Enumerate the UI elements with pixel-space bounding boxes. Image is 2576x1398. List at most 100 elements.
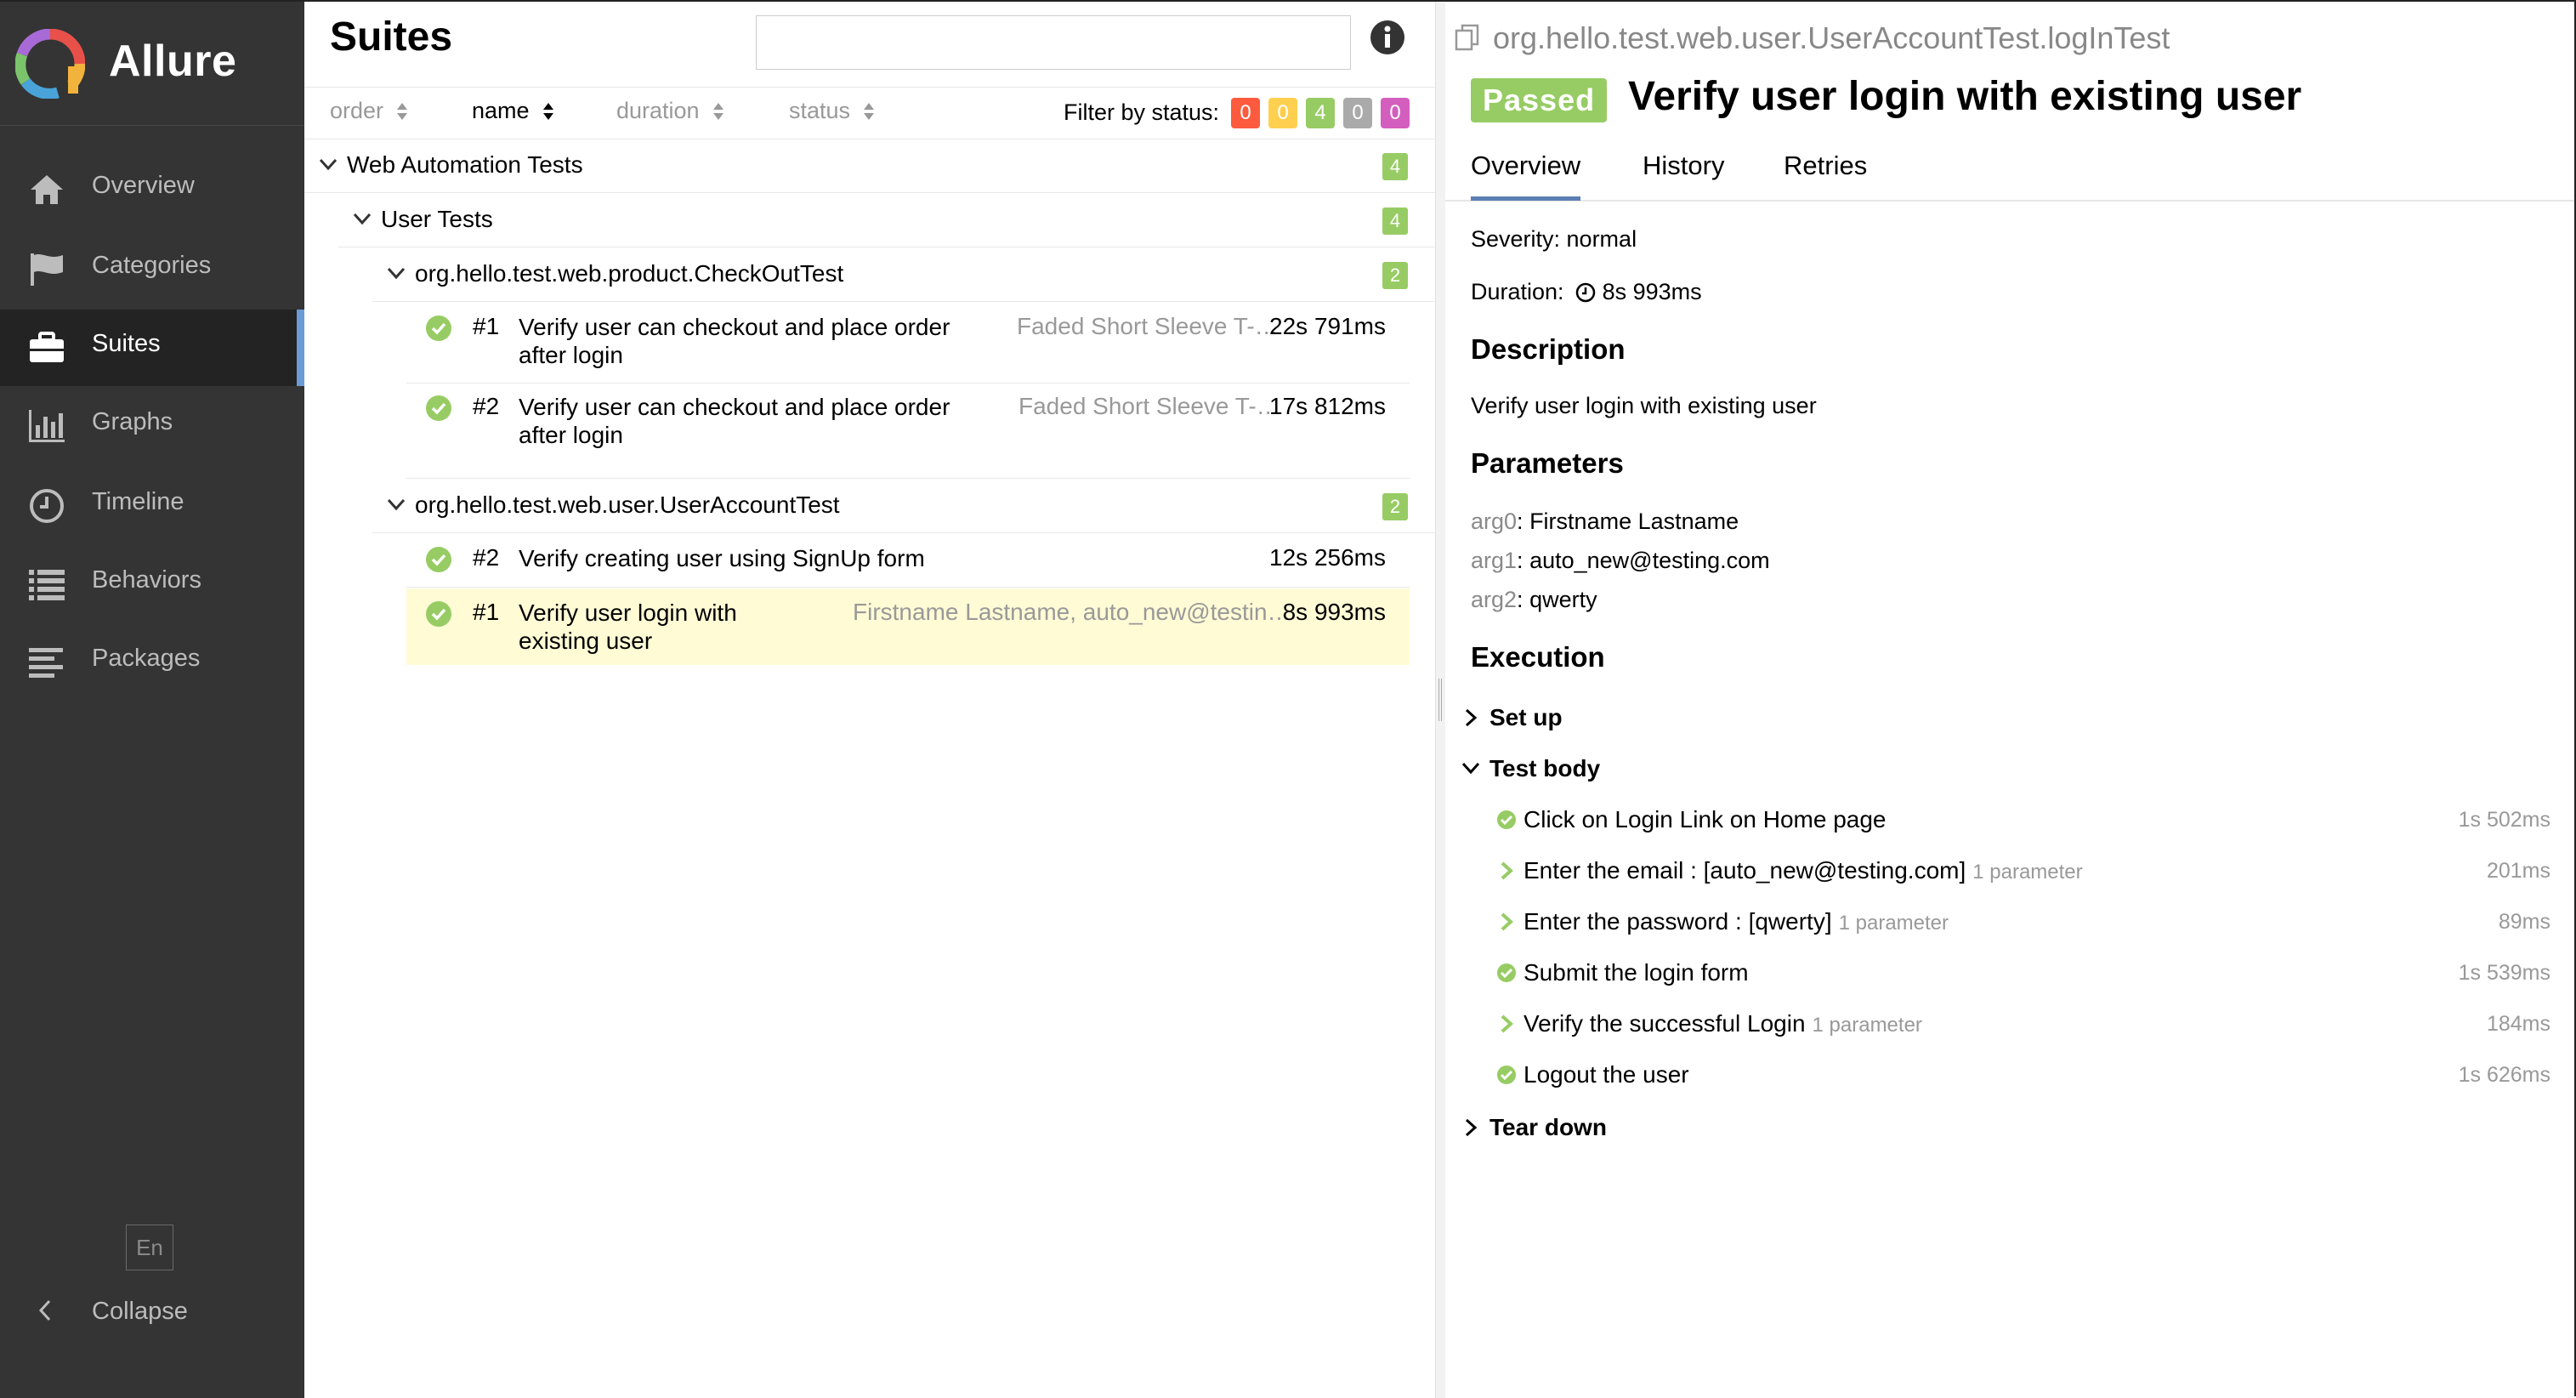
description-heading: Description [1471,333,1626,365]
tab-overview[interactable]: Overview [1471,151,1581,201]
search-input[interactable] [756,15,1351,70]
sort-by-status[interactable]: status [789,98,876,124]
test-body-section[interactable]: Test body [1461,747,2550,789]
list-icon [29,570,65,600]
sidebar-item-label: Suites [92,330,161,357]
briefcase-icon [30,332,64,362]
step-duration: 1s 626ms [2458,1063,2550,1087]
chevron-down-icon [1461,762,1480,775]
step-duration: 1s 539ms [2458,961,2550,985]
duration-label: Duration: [1471,279,1564,304]
step-row[interactable]: Verify the successful Login 1 parameter 1… [1496,1002,2550,1044]
step-name: Enter the password : [qwerty] 1 parameter [1523,908,1949,935]
language-select[interactable]: En [126,1225,173,1270]
step-name: Submit the login form [1523,959,1749,986]
tree-group-user-account-test[interactable]: org.hello.test.web.user.UserAccountTest … [372,480,1435,533]
filter-passed-badge[interactable]: 4 [1306,98,1335,128]
sort-icon [542,103,553,120]
sidebar: Allure Overview Categories Suites Graphs… [0,2,304,1398]
sort-icon [397,103,408,120]
test-duration: 12s 256ms [1269,544,1386,571]
step-name-text: Enter the email : [auto_new@testing.com] [1523,857,1966,884]
step-row[interactable]: Click on Login Link on Home page 1s 502m… [1496,798,2550,840]
sidebar-item-behaviors[interactable]: Behaviors [0,546,304,622]
parameter-row: arg1: auto_new@testing.com [1471,548,1770,573]
info-icon[interactable] [1369,19,1406,56]
parameter-name: arg1 [1471,548,1518,573]
sort-by-order[interactable]: order [330,98,409,124]
test-row-selected[interactable]: #1 Verify user login with existing user … [406,588,1410,665]
test-full-path[interactable]: org.hello.test.web.user.UserAccountTest.… [1454,20,2170,56]
step-row[interactable]: Submit the login form 1s 539ms [1496,951,2550,993]
passed-check-icon [426,395,451,421]
test-title: Verify user login with existing user [1628,74,2302,119]
step-name: Logout the user [1523,1061,1689,1088]
sidebar-item-graphs[interactable]: Graphs [0,388,304,464]
parameter-value: Firstname Lastname [1529,509,1739,534]
test-row[interactable]: #2 Verify user can checkout and place or… [406,383,1410,479]
sort-label: duration [616,98,700,123]
home-icon [31,175,63,204]
sidebar-item-suites[interactable]: Suites [0,310,304,386]
step-name: Verify the successful Login 1 parameter [1523,1010,1922,1037]
step-param-count: 1 parameter [1812,1014,1922,1037]
tree-group-user-tests[interactable]: User Tests 4 [338,194,1435,247]
step-name-text: Submit the login form [1523,959,1749,986]
detail-tabs: Overview History Retries [1445,142,2574,202]
filter-unknown-badge[interactable]: 0 [1381,98,1410,128]
page-title: Suites [330,14,453,60]
brand[interactable]: Allure [0,2,304,126]
tree-group-web-automation-tests[interactable]: Web Automation Tests 4 [304,139,1435,193]
collapse-label: Collapse [92,1298,188,1325]
tab-retries[interactable]: Retries [1784,151,1867,181]
sort-by-duration[interactable]: duration [616,98,725,124]
parameter-name: arg2 [1471,587,1518,612]
grip-icon [1438,679,1442,721]
count-badge: 2 [1382,262,1408,289]
parameter-name: arg0 [1471,509,1518,534]
bar-chart-icon [29,410,65,442]
step-row[interactable]: Enter the email : [auto_new@testing.com]… [1496,849,2550,891]
step-name: Enter the email : [auto_new@testing.com]… [1523,857,2083,884]
chevron-down-icon [387,498,406,511]
filter-failed-badge[interactable]: 0 [1231,98,1260,128]
test-duration: 17s 812ms [1269,393,1386,419]
execution-heading: Execution [1471,641,1605,673]
sidebar-item-label: Behaviors [92,566,201,594]
status-badge: Passed [1471,78,1608,122]
step-name-text: Enter the password : [qwerty] [1523,908,1832,935]
allure-report-app: Allure Overview Categories Suites Graphs… [0,0,2576,1398]
sort-by-name[interactable]: name [472,98,555,124]
step-duration: 89ms [2498,910,2550,934]
tree-group-checkout-test[interactable]: org.hello.test.web.product.CheckOutTest … [372,248,1435,302]
test-params: Faded Short Sleeve T-… [1018,393,1280,419]
sidebar-item-timeline[interactable]: Timeline [0,468,304,544]
collapse-button[interactable]: Collapse [0,1286,304,1337]
clock-icon [30,489,64,523]
align-left-icon [29,648,63,678]
copy-icon[interactable] [1454,23,1483,52]
filter-skipped-badge[interactable]: 0 [1343,98,1372,128]
parameter-row: arg2: qwerty [1471,587,1597,612]
sort-label: order [330,98,384,123]
test-row[interactable]: #2 Verify creating user using SignUp for… [406,534,1410,588]
step-row[interactable]: Enter the password : [qwerty] 1 parameter… [1496,900,2550,942]
step-row[interactable]: Logout the user 1s 626ms [1496,1053,2550,1095]
sidebar-item-categories[interactable]: Categories [0,231,304,308]
parameters-heading: Parameters [1471,447,1624,479]
test-number: #2 [473,544,500,571]
test-row[interactable]: #1 Verify user can checkout and place or… [406,303,1410,384]
filter-broken-badge[interactable]: 0 [1268,98,1297,128]
teardown-section[interactable]: Tear down [1462,1105,2550,1148]
sidebar-item-packages[interactable]: Packages [0,624,304,701]
sidebar-item-overview[interactable]: Overview [0,151,304,228]
tab-history[interactable]: History [1643,151,1724,181]
test-name: Verify creating user using SignUp form [519,545,925,571]
test-path-text: org.hello.test.web.user.UserAccountTest.… [1493,20,2170,55]
setup-section[interactable]: Set up [1462,696,2550,738]
step-passed-icon [1497,963,1516,982]
group-label: org.hello.test.web.user.UserAccountTest [415,492,840,518]
duration-value: 8s 993ms [1602,279,1702,304]
test-name: Verify user can checkout and place order… [519,394,950,448]
step-name-text: Logout the user [1523,1061,1689,1088]
